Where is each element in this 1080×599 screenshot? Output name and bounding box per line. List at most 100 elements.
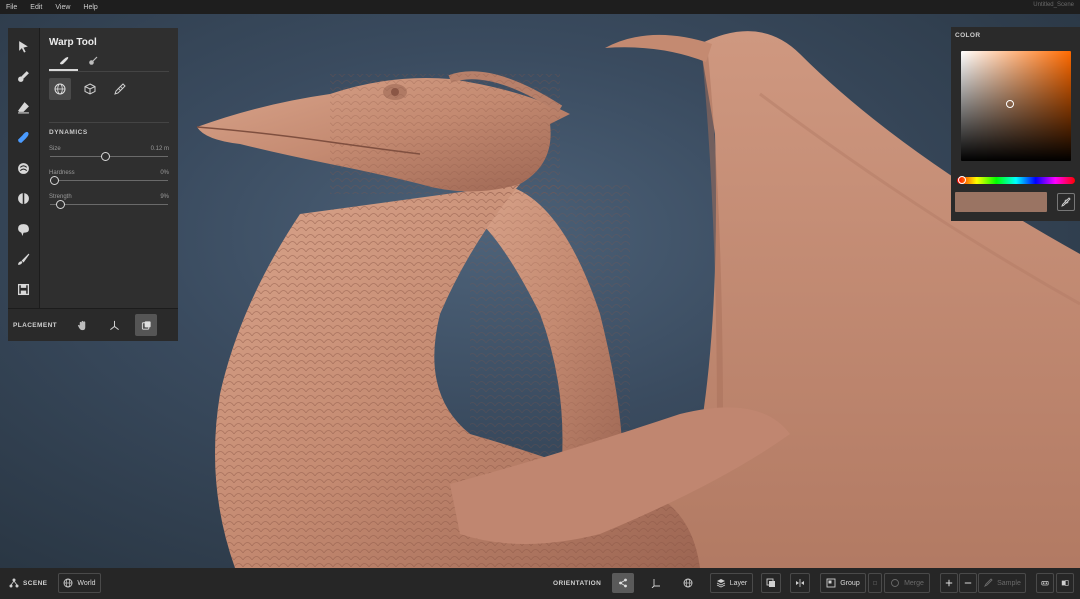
select-tool-button[interactable] bbox=[11, 34, 37, 59]
orientation-axis-button[interactable] bbox=[645, 573, 667, 593]
bottom-toolbar: SCENE World ORIENTATION Layer Group Merg… bbox=[0, 568, 1080, 599]
axis-gizmo-icon bbox=[109, 320, 119, 330]
size-slider-thumb[interactable] bbox=[100, 152, 110, 161]
eyedropper-button[interactable] bbox=[1057, 193, 1075, 211]
placement-bar: PLACEMENT bbox=[8, 308, 178, 341]
hardness-slider-thumb[interactable] bbox=[50, 176, 60, 185]
menu-bar: File Edit View Help Untitled_Scene bbox=[0, 0, 1080, 14]
duplicate-button[interactable] bbox=[761, 573, 781, 593]
lattice-icon bbox=[114, 83, 126, 95]
inflate-tool-button[interactable] bbox=[11, 217, 37, 242]
vr-view-button[interactable] bbox=[1036, 573, 1054, 593]
hardness-slider[interactable] bbox=[50, 176, 168, 185]
sphere-icon bbox=[54, 83, 66, 95]
saturation-value-picker[interactable] bbox=[961, 51, 1071, 161]
color-picker-marker[interactable] bbox=[1006, 100, 1014, 108]
scene-label: SCENE bbox=[23, 580, 48, 587]
merge-button[interactable]: Merge bbox=[884, 573, 930, 593]
color-panel-title: COLOR bbox=[955, 32, 981, 39]
lattice-warp-button[interactable] bbox=[109, 78, 131, 100]
eraser-icon bbox=[18, 101, 29, 114]
size-label: Size bbox=[49, 146, 61, 152]
sphere-warp-button[interactable] bbox=[49, 78, 71, 100]
place-axis-button[interactable] bbox=[103, 314, 125, 336]
group-label: Group bbox=[840, 579, 860, 587]
hardness-value: 0% bbox=[160, 170, 169, 176]
globe-icon bbox=[683, 578, 693, 588]
eyedropper-icon bbox=[1061, 197, 1071, 207]
sample-label: Sample bbox=[997, 579, 1021, 587]
paint-brush-button[interactable] bbox=[11, 247, 37, 272]
node-share-icon bbox=[619, 578, 627, 588]
tool-properties-panel: Warp Tool DYNAMICS Size 0.12 m Hardness bbox=[40, 28, 178, 308]
size-slider-row: Size 0.12 m bbox=[49, 146, 169, 161]
vr-headset-icon bbox=[1041, 581, 1049, 586]
strength-slider[interactable] bbox=[50, 200, 168, 209]
strength-slider-thumb[interactable] bbox=[56, 200, 66, 209]
tab-stroke-mode[interactable] bbox=[78, 56, 107, 71]
smooth-tool-icon bbox=[18, 162, 29, 174]
tool-mode-tabs bbox=[49, 56, 169, 72]
ungroup-button[interactable] bbox=[868, 573, 882, 593]
clay-brush-icon bbox=[18, 71, 29, 83]
new-layer-button[interactable]: Layer bbox=[710, 573, 753, 593]
menu-help[interactable]: Help bbox=[83, 4, 97, 11]
minus-icon bbox=[964, 582, 972, 584]
menu-file[interactable]: File bbox=[6, 4, 17, 11]
scene-tree-icon bbox=[9, 578, 19, 588]
current-color-swatch[interactable] bbox=[955, 192, 1047, 212]
flatten-tool-button[interactable] bbox=[11, 186, 37, 211]
sample-eyedropper-icon bbox=[984, 578, 993, 588]
brush-mode-icon bbox=[59, 57, 68, 65]
tool-title: Warp Tool bbox=[49, 37, 97, 48]
orientation-label: ORIENTATION bbox=[553, 580, 602, 587]
mirror-button[interactable] bbox=[790, 573, 810, 593]
surface-place-icon bbox=[141, 320, 151, 330]
ungroup-icon bbox=[873, 581, 877, 585]
subtract-button[interactable] bbox=[959, 573, 977, 593]
strength-value: 9% bbox=[160, 194, 169, 200]
axis-icon bbox=[651, 579, 660, 588]
display-mode-icon bbox=[1061, 580, 1069, 586]
layers-icon bbox=[716, 579, 725, 588]
tool-rail bbox=[8, 28, 40, 308]
save-button[interactable] bbox=[11, 278, 37, 303]
mirror-icon bbox=[796, 579, 804, 587]
tab-brush-mode[interactable] bbox=[49, 56, 78, 71]
layer-label: Layer bbox=[729, 579, 748, 587]
globe-icon bbox=[63, 578, 73, 588]
warp-tool-button[interactable] bbox=[11, 125, 37, 150]
menu-view[interactable]: View bbox=[55, 4, 70, 11]
flatten-tool-icon bbox=[18, 193, 29, 205]
sample-button[interactable]: Sample bbox=[978, 573, 1026, 593]
menu-edit[interactable]: Edit bbox=[30, 4, 42, 11]
cube-icon bbox=[84, 83, 96, 95]
orientation-local-button[interactable] bbox=[612, 573, 634, 593]
paint-brush-icon bbox=[18, 253, 30, 265]
place-surface-button[interactable] bbox=[135, 314, 157, 336]
size-value: 0.12 m bbox=[150, 146, 169, 152]
place-hand-button[interactable] bbox=[71, 314, 93, 336]
strength-slider-row: Strength 9% bbox=[49, 194, 169, 209]
color-swatch-row bbox=[955, 192, 1076, 212]
plus-icon bbox=[945, 579, 953, 587]
hand-icon bbox=[77, 320, 85, 330]
dynamics-section-title: DYNAMICS bbox=[49, 122, 169, 136]
hue-slider[interactable] bbox=[957, 176, 1075, 184]
save-icon bbox=[17, 284, 30, 296]
group-button[interactable]: Group bbox=[820, 573, 866, 593]
warp-sub-tools bbox=[49, 78, 169, 100]
clay-brush-button[interactable] bbox=[11, 64, 37, 89]
document-title: Untitled_Scene bbox=[1033, 2, 1074, 8]
hardness-slider-row: Hardness 0% bbox=[49, 170, 169, 185]
world-space-button[interactable]: World bbox=[58, 573, 101, 593]
orientation-world-button[interactable] bbox=[677, 573, 699, 593]
hue-slider-marker[interactable] bbox=[958, 176, 966, 184]
size-slider[interactable] bbox=[50, 152, 168, 161]
add-button[interactable] bbox=[940, 573, 958, 593]
smooth-tool-button[interactable] bbox=[11, 156, 37, 181]
color-panel: COLOR bbox=[951, 27, 1080, 221]
display-mode-button[interactable] bbox=[1056, 573, 1074, 593]
eraser-tool-button[interactable] bbox=[11, 95, 37, 120]
cube-warp-button[interactable] bbox=[79, 78, 101, 100]
